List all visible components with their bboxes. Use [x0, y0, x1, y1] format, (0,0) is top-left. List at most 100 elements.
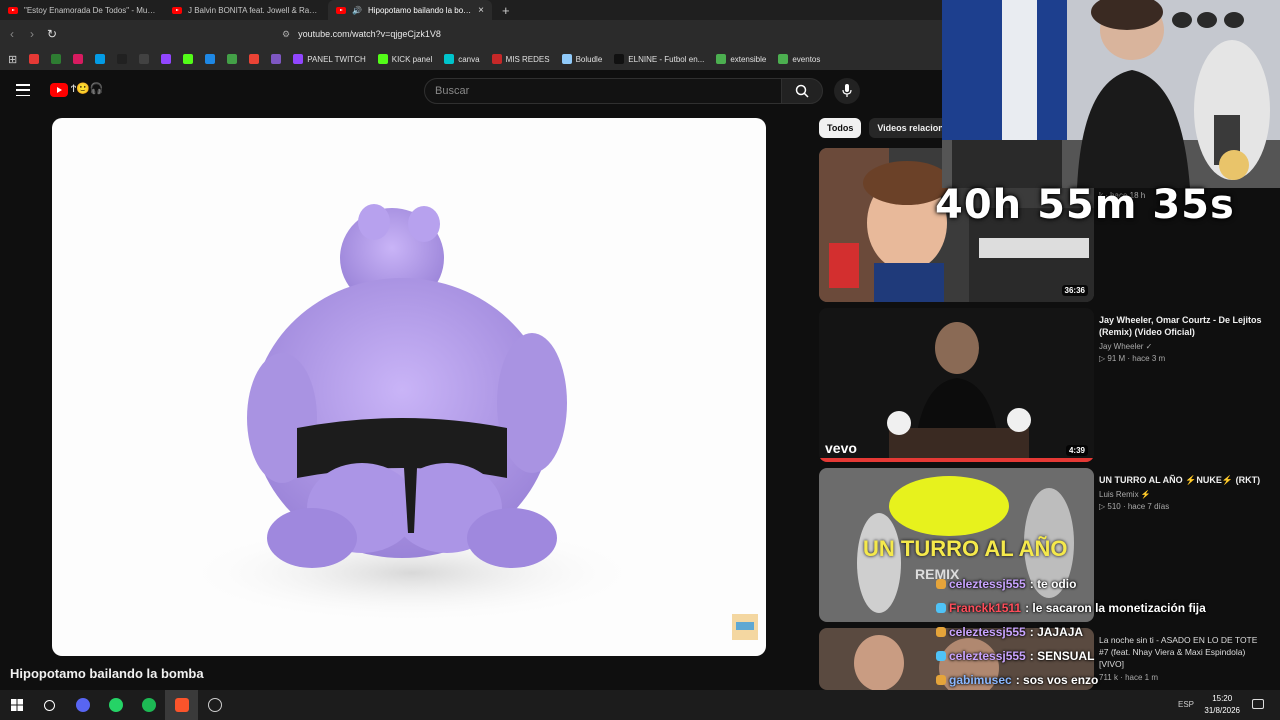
apps-grid-icon[interactable]: ⊞ [8, 53, 17, 66]
url-field[interactable]: ⚙ youtube.com/watch?v=qjgeCjzk1V8 [282, 29, 441, 40]
bookmark-item[interactable] [117, 54, 128, 64]
bookmark-favicon-icon [183, 54, 194, 64]
bookmark-favicon-icon [249, 54, 260, 64]
whatsapp-icon [108, 698, 123, 712]
bookmark-label: MIS REDES [505, 54, 550, 64]
taskbar-search-button[interactable] [33, 690, 66, 720]
bookmark-favicon-icon [117, 54, 128, 64]
taskbar-brave[interactable] [165, 690, 198, 720]
bookmark-favicon-icon [205, 54, 216, 64]
chat-username: celeztessj555 [949, 577, 1026, 591]
bookmark-item[interactable] [51, 54, 62, 64]
hippo-dancing-frame [182, 204, 758, 640]
notifications-icon[interactable] [1252, 699, 1264, 709]
new-tab-button[interactable]: + [492, 3, 520, 18]
bookmark-favicon-icon [293, 54, 304, 64]
recommendation-title: UN TURRO AL AÑO ⚡NUKE⚡ (RKT) [1099, 475, 1261, 485]
bookmark-item[interactable]: canva [444, 54, 480, 64]
chat-message: gabimusec: sos vos enzo [936, 668, 1280, 692]
bookmark-item[interactable] [139, 54, 150, 64]
recommendation-channel[interactable]: Jay Wheeler ✓ [1099, 342, 1269, 351]
bookmark-item[interactable]: extensible [716, 54, 766, 64]
bookmark-item[interactable] [249, 54, 260, 64]
chat-badge-icon [936, 603, 946, 613]
chat-username: Franckk1511 [949, 601, 1022, 615]
back-icon[interactable]: ‹ [2, 27, 22, 41]
voice-search-button[interactable] [834, 78, 860, 104]
clock-time: 15:20 [1212, 694, 1233, 703]
bookmark-item[interactable]: PANEL TWITCH [293, 54, 366, 64]
menu-icon[interactable] [16, 84, 30, 96]
language-indicator[interactable]: ESP [1178, 700, 1194, 709]
bookmark-label: PANEL TWITCH [307, 54, 366, 64]
bookmark-item[interactable] [205, 54, 216, 64]
start-button[interactable] [0, 690, 33, 720]
bookmark-item[interactable] [161, 54, 172, 64]
obs-icon [207, 698, 222, 712]
recommendation-title: Jay Wheeler, Omar Courtz - De Lejitos (R… [1099, 315, 1262, 337]
webcam-feed [942, 0, 1280, 188]
bookmark-favicon-icon [95, 54, 106, 64]
duration-badge: 36:36 [1061, 285, 1088, 296]
bookmark-item[interactable]: KICK panel [377, 54, 433, 64]
bookmark-label: eventos [792, 54, 821, 64]
search-input[interactable]: Buscar [424, 78, 782, 104]
thumbnail-text: UN TURRO AL AÑO [863, 536, 1068, 561]
microphone-icon [842, 84, 852, 97]
bookmark-item[interactable] [73, 54, 84, 64]
bookmark-item[interactable]: ELNINE - Futbol en... [614, 54, 704, 64]
bookmark-label: KICK panel [391, 54, 433, 64]
brave-icon [174, 698, 189, 712]
chat-text: : SENSUAL [1029, 649, 1095, 663]
clock[interactable]: 15:20 31/8/2026 [1204, 693, 1240, 717]
thumbnail-image [819, 308, 1094, 462]
chat-message: celeztessj555: te odio [936, 572, 1280, 596]
webcam-overlay [942, 0, 1280, 188]
bookmark-item[interactable] [227, 54, 238, 64]
forward-icon[interactable]: › [22, 27, 42, 41]
browser-tab[interactable]: J Balvin BONITA feat. Jowell & Randy [164, 0, 328, 20]
search-icon [795, 84, 809, 98]
url-text: youtube.com/watch?v=qjgeCjzk1V8 [298, 29, 441, 39]
taskbar-whatsapp[interactable] [99, 690, 132, 720]
bookmark-favicon-icon [716, 54, 727, 64]
bookmark-favicon-icon [491, 54, 502, 64]
bookmark-item[interactable]: eventos [778, 54, 820, 64]
browser-tab-active[interactable]: 🔊 Hipopotamo bailando la bomba × [328, 0, 492, 20]
bookmark-favicon-icon [377, 54, 388, 64]
bookmark-item[interactable]: Boludle [561, 54, 602, 64]
youtube-logo[interactable] [50, 83, 68, 97]
bookmark-item[interactable] [95, 54, 106, 64]
bookmark-item[interactable] [29, 54, 40, 64]
bookmark-item[interactable]: MIS REDES [491, 54, 550, 64]
bookmark-item[interactable] [183, 54, 194, 64]
tab-title: "Estoy Enamorada De Todos" - Music [24, 5, 156, 15]
chat-message: celeztessj555: JAJAJA [936, 620, 1280, 644]
chat-text: : sos vos enzo [1015, 673, 1099, 687]
bookmark-favicon-icon [778, 54, 789, 64]
browser-tab[interactable]: "Estoy Enamorada De Todos" - Music [0, 0, 164, 20]
reload-icon[interactable]: ↻ [42, 27, 62, 41]
recommendation-item[interactable]: vevo 4:39 Jay Wheeler, Omar Courtz - De … [819, 308, 1280, 462]
vevo-logo: vevo [825, 440, 857, 456]
site-info-icon[interactable]: ⚙ [282, 29, 290, 40]
chip-all[interactable]: Todos [819, 118, 862, 138]
taskbar-discord[interactable] [66, 690, 99, 720]
bookmark-label: canva [458, 54, 480, 64]
youtube-favicon-icon [8, 6, 18, 14]
bookmark-favicon-icon [161, 54, 172, 64]
youtube-favicon-icon [172, 6, 182, 14]
taskbar-spotify[interactable] [132, 690, 165, 720]
tab-title: J Balvin BONITA feat. Jowell & Randy [188, 5, 320, 15]
recommendation-thumbnail[interactable]: vevo 4:39 [819, 308, 1094, 462]
bookmark-favicon-icon [29, 54, 40, 64]
bookmark-item[interactable] [271, 54, 282, 64]
recommendation-channel[interactable]: Luis Remix ⚡ [1099, 490, 1269, 499]
video-player[interactable] [52, 118, 766, 656]
taskbar-obs[interactable] [198, 690, 231, 720]
recommendation-meta: Jay Wheeler, Omar Courtz - De Lejitos (R… [1099, 314, 1269, 363]
search-button[interactable] [781, 78, 823, 104]
close-tab-icon[interactable]: × [478, 5, 484, 16]
bookmark-favicon-icon [561, 54, 572, 64]
discord-icon [75, 698, 90, 712]
